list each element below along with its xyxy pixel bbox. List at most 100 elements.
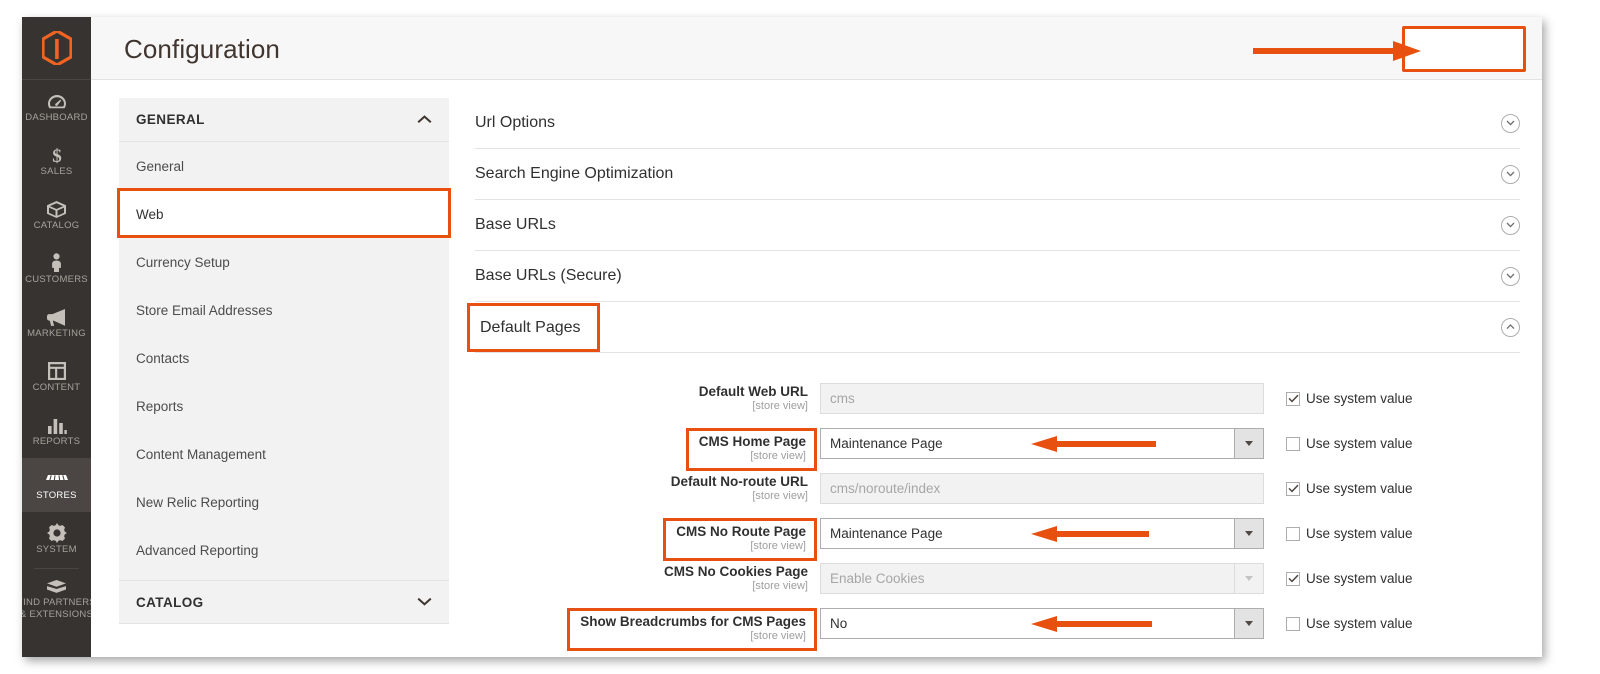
sidebar-item-reports[interactable]: REPORTS <box>22 404 91 458</box>
sidebar-item-content-management[interactable]: Content Management <box>119 430 449 478</box>
sidebar-item-catalog[interactable]: CATALOG <box>22 188 91 242</box>
use-system-value-checkbox-cms-no-route-page[interactable]: Use system value <box>1286 526 1413 541</box>
sidebar-item-sales[interactable]: $ SALES <box>22 134 91 188</box>
checkbox-unchecked-icon <box>1286 526 1300 541</box>
section-label: Default Pages <box>475 318 576 335</box>
checkbox-checked-icon <box>1286 481 1300 496</box>
sidebar-item-new-relic-reporting[interactable]: New Relic Reporting <box>119 478 449 526</box>
cms-home-page-select[interactable]: Maintenance Page <box>820 428 1264 459</box>
field-scope-text: [store view] <box>752 445 808 457</box>
sidebar-item-label-line2: & EXTENSIONS <box>22 609 94 620</box>
sidebar-item-dashboard[interactable]: DASHBOARD <box>22 80 91 134</box>
nav-item-label: Content Management <box>136 446 266 462</box>
section-header-default-pages[interactable]: Default Pages Default Pages <box>467 302 1520 353</box>
sidebar-item-web[interactable]: Web <box>119 190 449 238</box>
field-row-default-web-url: Default Web URL [store view] cms Use sys… <box>475 376 1520 421</box>
field-scope-text: [store view] <box>752 400 808 412</box>
checkbox-checked-icon <box>1286 391 1300 406</box>
chevron-down-icon <box>1501 113 1520 133</box>
annotation-arrow-save-config <box>1253 41 1421 61</box>
sidebar-item-marketing[interactable]: MARKETING <box>22 296 91 350</box>
sidebar-item-advanced-reporting[interactable]: Advanced Reporting <box>119 526 449 574</box>
field-label-text: Show Breadcrumbs for CMS Pages <box>582 609 808 624</box>
sidebar-item-find-partners-extensions[interactable]: FIND PARTNERS & EXTENSIONS <box>22 571 96 625</box>
chevron-down-icon[interactable] <box>1234 609 1263 638</box>
use-system-value-checkbox-default-web-url[interactable]: Use system value <box>1286 391 1413 406</box>
checkbox-label: Use system value <box>1306 571 1413 586</box>
field-control-cms-no-cookies-page: Enable Cookies <box>820 563 1264 594</box>
sidebar-item-system[interactable]: SYSTEM <box>22 512 91 566</box>
checkbox-label: Use system value <box>1306 616 1413 631</box>
bar-chart-icon <box>47 415 67 435</box>
sidebar-item-label: CUSTOMERS <box>25 273 88 285</box>
default-web-url-input: cms <box>820 383 1264 414</box>
nav-item-label: Contacts <box>136 350 190 366</box>
cms-no-route-page-select[interactable]: Maintenance Page <box>820 518 1264 549</box>
sidebar-divider <box>34 568 79 569</box>
nav-item-label: New Relic Reporting <box>136 494 260 510</box>
sidebar-item-stores[interactable]: STORES <box>22 458 91 512</box>
sidebar-item-label-line1: FIND PARTNERS <box>22 596 96 608</box>
checkbox-label: Use system value <box>1306 436 1413 451</box>
sidebar-item-label: CATALOG <box>33 219 80 231</box>
use-system-value-checkbox-show-breadcrumbs[interactable]: Use system value <box>1286 616 1413 631</box>
magento-logo[interactable] <box>22 17 91 80</box>
person-icon <box>50 253 63 273</box>
save-config-button[interactable]: Save Config <box>1402 34 1518 66</box>
box-icon <box>46 199 67 219</box>
chevron-down-icon <box>417 593 432 611</box>
sidebar-item-contacts[interactable]: Contacts <box>119 334 449 382</box>
storefront-icon <box>45 469 68 489</box>
field-row-cms-no-route-page: CMS No Route Page [store view] CMS No Ro… <box>475 511 1520 561</box>
nav-group-label: CATALOG <box>136 594 204 610</box>
sidebar-item-customers[interactable]: CUSTOMERS <box>22 242 91 296</box>
section-label: Search Engine Optimization <box>475 165 674 182</box>
magento-logo-icon <box>41 31 72 65</box>
admin-window: DASHBOARD $ SALES CATALOG CUSTOMERS MARK… <box>22 17 1542 657</box>
nav-group-catalog[interactable]: CATALOG <box>119 580 449 624</box>
nav-item-label: Reports <box>136 398 184 414</box>
sidebar-item-label: REPORTS <box>32 435 81 447</box>
sidebar-item-label: DASHBOARD <box>25 111 88 123</box>
sidebar-item-content[interactable]: CONTENT <box>22 350 91 404</box>
section-header-url-options[interactable]: Url Options <box>475 98 1520 149</box>
chevron-down-icon[interactable] <box>1234 429 1263 458</box>
settings-sections: Url Options Search Engine Optimization B… <box>467 98 1520 651</box>
nav-group-general[interactable]: GENERAL <box>119 98 449 142</box>
field-scope-text: [store view] <box>752 535 808 547</box>
field-row-cms-no-cookies-page: CMS No Cookies Page [store view] Enable … <box>475 556 1520 601</box>
field-value: Maintenance Page <box>830 436 943 451</box>
section-label: Base URLs <box>475 216 556 233</box>
field-label-text: CMS No Cookies Page <box>663 564 808 579</box>
section-header-base-urls-secure[interactable]: Base URLs (Secure) <box>475 251 1520 302</box>
sidebar-item-label: CONTENT <box>32 381 81 393</box>
nav-group-label: GENERAL <box>136 112 205 127</box>
field-label-show-breadcrumbs-for-cms-pages: Show Breadcrumbs for CMS Pages [store vi… <box>475 608 820 651</box>
sidebar-item-reports[interactable]: Reports <box>119 382 449 430</box>
checkbox-label: Use system value <box>1306 481 1413 496</box>
megaphone-icon <box>46 307 67 327</box>
dollar-icon: $ <box>50 145 64 165</box>
sidebar-item-store-email-addresses[interactable]: Store Email Addresses <box>119 286 449 334</box>
checkbox-checked-icon <box>1286 571 1300 586</box>
field-row-show-breadcrumbs-for-cms-pages: Show Breadcrumbs for CMS Pages [store vi… <box>475 601 1520 651</box>
nav-item-label: Web <box>136 206 164 222</box>
screenshot-root: DASHBOARD $ SALES CATALOG CUSTOMERS MARK… <box>0 0 1600 674</box>
use-system-value-checkbox-cms-home-page[interactable]: Use system value <box>1286 436 1413 451</box>
sidebar-item-currency-setup[interactable]: Currency Setup <box>119 238 449 286</box>
checkbox-label: Use system value <box>1306 391 1413 406</box>
use-system-value-checkbox-default-no-route-url[interactable]: Use system value <box>1286 481 1413 496</box>
use-system-value-checkbox-cms-no-cookies-page[interactable]: Use system value <box>1286 571 1413 586</box>
show-breadcrumbs-select[interactable]: No <box>820 608 1264 639</box>
section-header-base-urls[interactable]: Base URLs <box>475 200 1520 251</box>
chevron-up-icon <box>1501 317 1520 337</box>
field-value: Maintenance Page <box>830 526 943 541</box>
section-header-search-engine-optimization[interactable]: Search Engine Optimization <box>475 149 1520 200</box>
configuration-nav: GENERAL General Web Currency Setup Store… <box>117 98 451 624</box>
field-value: No <box>830 616 848 631</box>
field-label-cms-no-cookies-page: CMS No Cookies Page [store view] <box>475 564 820 593</box>
sidebar-item-general[interactable]: General <box>119 142 449 190</box>
chevron-down-icon[interactable] <box>1234 519 1263 548</box>
section-label: Url Options <box>475 114 556 131</box>
field-label-text: CMS Home Page <box>700 429 808 444</box>
